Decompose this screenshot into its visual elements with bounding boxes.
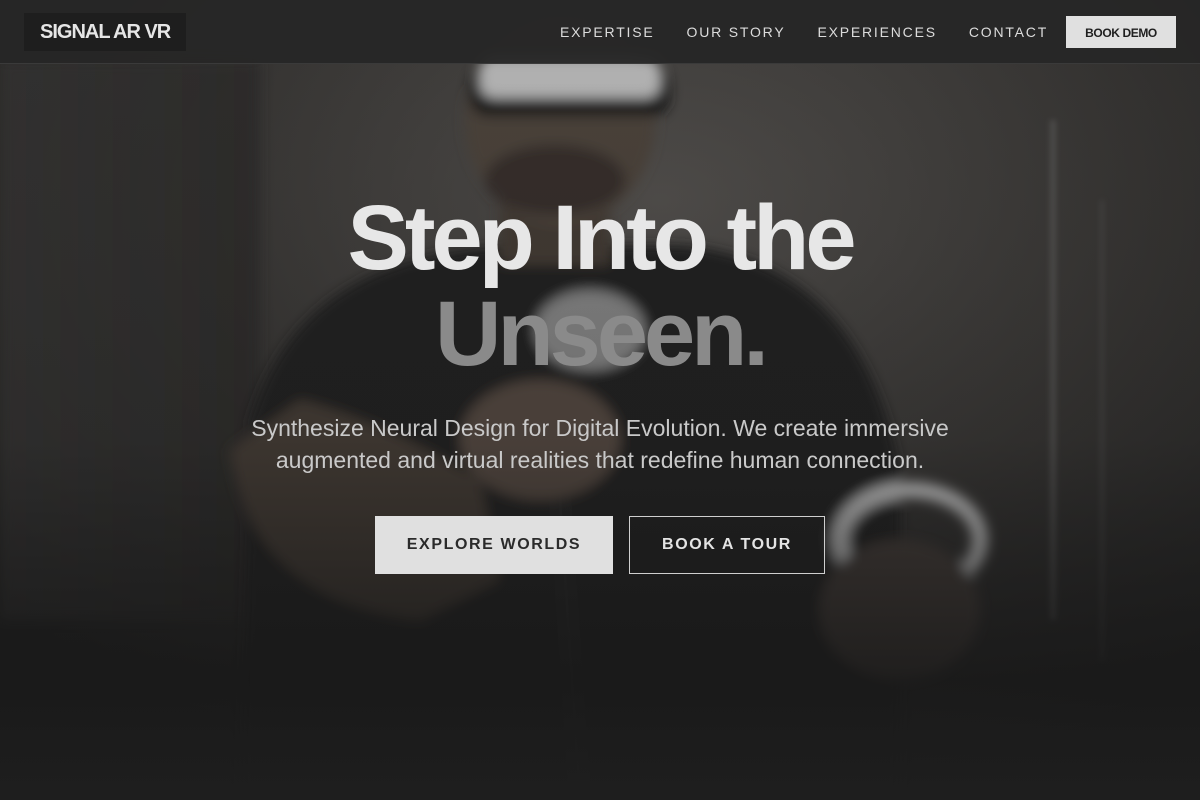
hero-section: Step Into the Unseen. Synthesize Neural … [0, 190, 1200, 574]
explore-worlds-button[interactable]: EXPLORE WORLDS [375, 516, 613, 574]
nav-link-our-story[interactable]: OUR STORY [671, 24, 802, 40]
nav-link-expertise[interactable]: EXPERTISE [544, 24, 671, 40]
hero-buttons: EXPLORE WORLDS BOOK A TOUR [0, 516, 1200, 574]
hero-title-line-1: Step Into the [347, 187, 856, 289]
hero-subtitle: Synthesize Neural Design for Digital Evo… [251, 415, 949, 473]
hero-title: Step Into the Unseen. [0, 190, 1200, 382]
nav-link-experiences[interactable]: EXPERIENCES [801, 24, 952, 40]
top-navbar: SIGNAL AR VR EXPERTISE OUR STORY EXPERIE… [0, 0, 1200, 64]
nav-link-contact[interactable]: CONTACT [953, 24, 1064, 40]
nav-links: EXPERTISE OUR STORY EXPERIENCES CONTACT [544, 0, 1064, 64]
hero-title-line-2: Unseen. [435, 283, 769, 385]
book-demo-button[interactable]: BOOK DEMO [1066, 16, 1176, 48]
brand-logo[interactable]: SIGNAL AR VR [24, 13, 187, 51]
landing-page: SIGNAL AR VR EXPERTISE OUR STORY EXPERIE… [0, 0, 1200, 800]
book-a-tour-button[interactable]: BOOK A TOUR [629, 516, 825, 574]
